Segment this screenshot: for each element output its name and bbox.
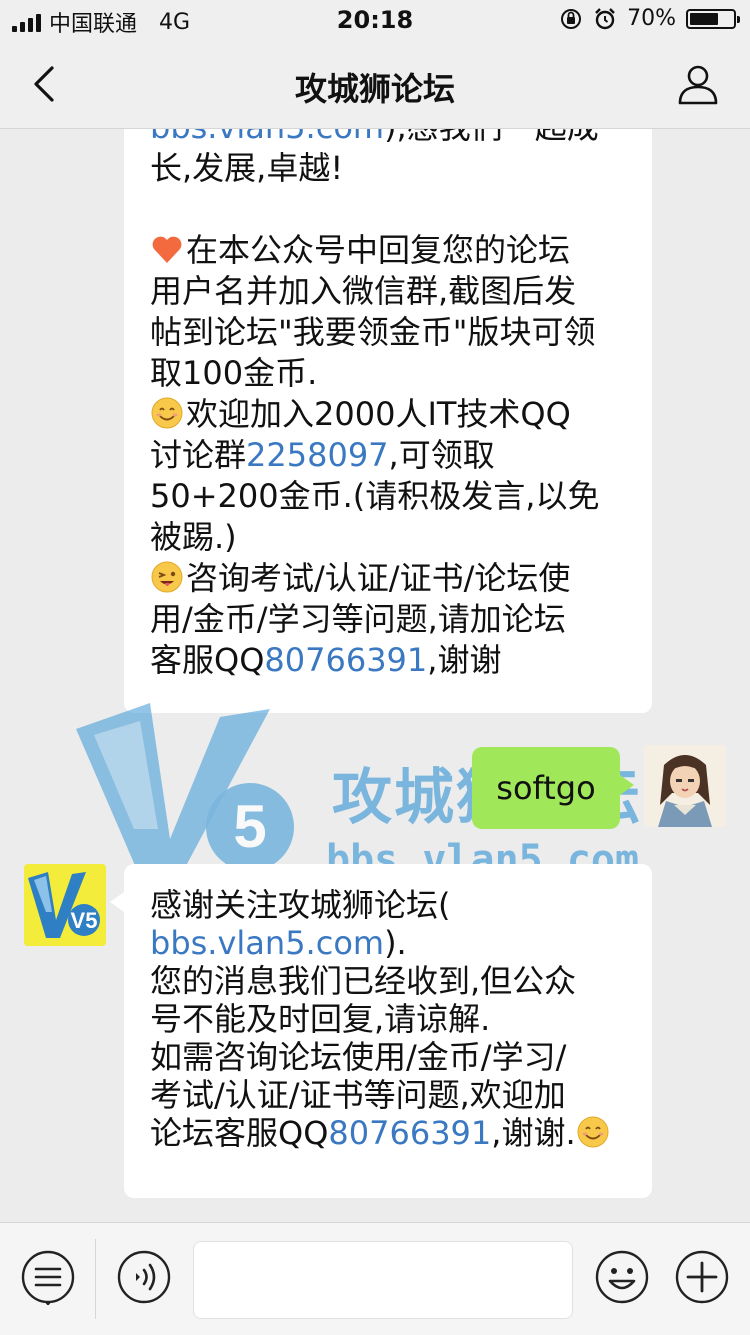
message-text: 论坛客服QQ bbox=[150, 1114, 329, 1152]
account-avatar[interactable]: V5 bbox=[24, 864, 106, 946]
message-line: 被踢.) bbox=[150, 517, 626, 558]
message-line: 您的消息我们已经收到,但公众 bbox=[150, 962, 626, 1000]
message-link[interactable]: bbs.vlan5.com bbox=[150, 129, 384, 146]
message-line: 讨论群2258097,可领取 bbox=[150, 435, 626, 476]
message-text: 考试/认证/证书等问题,欢迎加 bbox=[150, 1076, 566, 1114]
message-text: 帖到论坛"我要领金币"版块可领 bbox=[150, 313, 596, 351]
message-line: 论坛客服QQ80766391,谢谢. bbox=[150, 1114, 626, 1152]
wink-emoji-icon bbox=[151, 561, 183, 593]
v5-logo-icon: V5 bbox=[24, 864, 106, 946]
message-text: 号不能及时回复,请谅解. bbox=[150, 1000, 491, 1038]
my-avatar[interactable] bbox=[644, 745, 726, 827]
plus-icon[interactable] bbox=[674, 1249, 730, 1305]
message-bubble-account[interactable]: 感谢关注攻城狮论坛(bbs.vlan5.com). 您的消息我们已经收到,但公众号… bbox=[110, 864, 652, 1198]
smile-emoji-icon bbox=[151, 397, 183, 429]
heart-emoji-icon bbox=[152, 236, 182, 263]
message-line: bbs.vlan5.com). bbox=[150, 924, 626, 962]
message-text: 用户名并加入微信群,截图后发 bbox=[150, 272, 577, 310]
message-line: 用/金币/学习等问题,请加论坛 bbox=[150, 599, 626, 640]
message-line: 取100金币. bbox=[150, 353, 626, 394]
battery-level bbox=[690, 12, 719, 25]
message-text: 如需咨询论坛使用/金币/学习/ bbox=[150, 1038, 567, 1076]
message-text: 咨询考试/认证/证书/论坛使 bbox=[186, 559, 571, 597]
smile-emoji-icon bbox=[577, 1116, 609, 1148]
chat-area[interactable]: bbs.vlan5.com),感我们一起成长,发展,卓越!在本公众号中回复您的论… bbox=[0, 129, 750, 1222]
message-link[interactable]: bbs.vlan5.com bbox=[150, 924, 384, 962]
message-line: 欢迎加入2000人IT技术QQ bbox=[150, 394, 626, 435]
message-line: 如需咨询论坛使用/金币/学习/ bbox=[150, 1038, 626, 1076]
message-text: 长,发展,卓越! bbox=[150, 149, 344, 187]
message-bubble-account[interactable]: bbs.vlan5.com),感我们一起成长,发展,卓越!在本公众号中回复您的论… bbox=[124, 129, 652, 713]
voice-icon[interactable] bbox=[116, 1249, 172, 1305]
message-text: 取100金币. bbox=[150, 354, 318, 392]
message-text: 50+200金币.(请积极发言,以免 bbox=[150, 477, 600, 515]
message-line: 长,发展,卓越! bbox=[150, 148, 626, 189]
message-line bbox=[150, 189, 626, 230]
menu-list-icon[interactable] bbox=[20, 1249, 76, 1305]
message-line: 考试/认证/证书等问题,欢迎加 bbox=[150, 1076, 626, 1114]
message-line: 帖到论坛"我要领金币"版块可领 bbox=[150, 312, 626, 353]
message-link[interactable]: 80766391 bbox=[264, 641, 427, 679]
emoji-icon[interactable] bbox=[594, 1249, 650, 1305]
message-line: 咨询考试/认证/证书/论坛使 bbox=[150, 558, 626, 599]
message-text: ,可领取 bbox=[388, 436, 495, 474]
message-text: 欢迎加入2000人IT技术QQ bbox=[186, 395, 571, 433]
nav-bar: 攻城狮论坛 bbox=[0, 40, 750, 129]
toolbar-divider bbox=[95, 1239, 96, 1319]
message-line: 在本公众号中回复您的论坛 bbox=[150, 230, 626, 271]
message-line: 客服QQ80766391,谢谢 bbox=[150, 640, 626, 681]
orientation-lock-icon bbox=[561, 8, 582, 29]
message-text: ),感我们一起成 bbox=[384, 129, 599, 146]
message-link[interactable]: 80766391 bbox=[328, 1114, 491, 1152]
battery-percent: 70% bbox=[627, 6, 676, 31]
message-line: bbs.vlan5.com),感我们一起成 bbox=[150, 129, 626, 148]
v5-logo-icon: 5 bbox=[76, 703, 294, 877]
message-text: 在本公众号中回复您的论坛 bbox=[186, 231, 571, 269]
account-avatar-text: V5 bbox=[71, 908, 98, 933]
message-text: 被踢.) bbox=[150, 518, 237, 556]
message-text: 用/金币/学习等问题,请加论坛 bbox=[150, 600, 566, 638]
status-bar: 中国联通 4G 20:18 70% bbox=[0, 0, 750, 40]
message-line: 号不能及时回复,请谅解. bbox=[150, 1000, 626, 1038]
anime-character-avatar-icon bbox=[644, 745, 726, 827]
alarm-icon bbox=[595, 7, 615, 29]
message-line: 感谢关注攻城狮论坛( bbox=[150, 886, 626, 924]
svg-text:5: 5 bbox=[233, 793, 266, 860]
message-text: 客服QQ bbox=[150, 641, 265, 679]
battery-icon bbox=[686, 8, 740, 29]
message-text: ,谢谢. bbox=[491, 1114, 576, 1152]
message-link[interactable]: 2258097 bbox=[246, 436, 389, 474]
message-line: 用户名并加入微信群,截图后发 bbox=[150, 271, 626, 312]
message-line: 50+200金币.(请积极发言,以免 bbox=[150, 476, 626, 517]
message-input[interactable] bbox=[193, 1241, 573, 1319]
message-text: 您的消息我们已经收到,但公众 bbox=[150, 962, 577, 1000]
message-text: ). bbox=[384, 924, 407, 962]
person-icon[interactable] bbox=[674, 60, 722, 108]
message-text: ,谢谢 bbox=[427, 641, 502, 679]
message-bubble-me[interactable]: softgo bbox=[472, 747, 634, 829]
message-text: 感谢关注攻城狮论坛( bbox=[150, 886, 451, 924]
input-toolbar bbox=[0, 1222, 750, 1335]
page-title: 攻城狮论坛 bbox=[294, 70, 455, 108]
message-text: 讨论群 bbox=[150, 436, 247, 474]
status-right: 70% bbox=[559, 6, 740, 31]
